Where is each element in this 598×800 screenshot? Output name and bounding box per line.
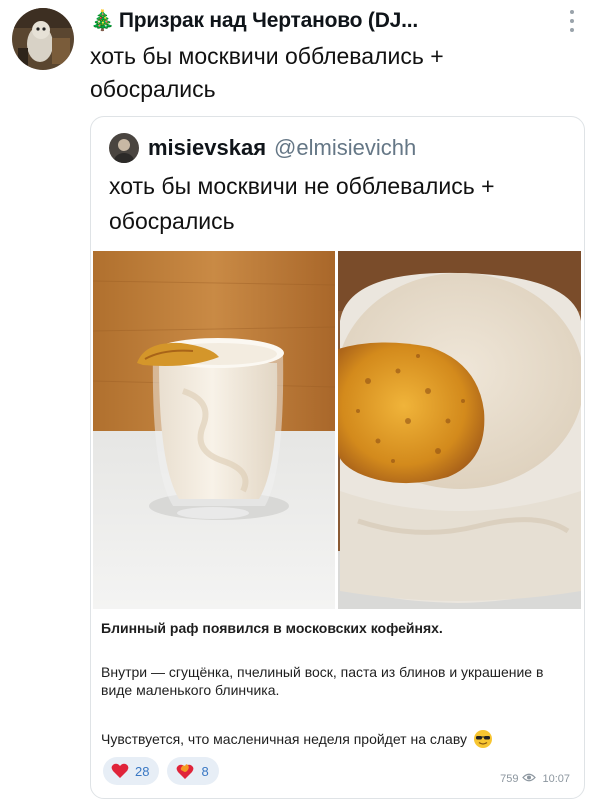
caption-closing-text: Чувствуется, что масленичная неделя прой… <box>101 731 467 747</box>
reaction-count: 8 <box>201 763 209 779</box>
photo-collage <box>93 251 583 609</box>
post-text: хоть бы москвичи обблевались + обосралис… <box>90 43 444 102</box>
quoted-post[interactable]: misievskaя @elmisievichh хоть бы москвич… <box>90 116 585 799</box>
author-avatar[interactable] <box>12 8 74 70</box>
reaction-heart-on-fire[interactable]: 8 <box>167 757 219 785</box>
christmas-tree-icon: 🎄 <box>90 10 115 32</box>
reactions-bar: 28 8 <box>103 757 227 785</box>
more-options-icon[interactable] <box>568 10 576 32</box>
quoted-post-header: misievskaя @elmisievichh <box>109 133 416 163</box>
reaction-heart[interactable]: 28 <box>103 757 160 785</box>
eye-icon <box>522 773 537 785</box>
photo-glass-side-view[interactable] <box>93 251 335 609</box>
caption-closing: Чувствуется, что масленичная неделя прой… <box>101 729 571 749</box>
sunglasses-face-icon <box>473 729 493 749</box>
caption-paragraph: Внутри — сгущёнка, пчелиный воск, паста … <box>101 664 544 698</box>
view-count: 759 <box>500 773 519 785</box>
quoted-post-text: хоть бы москвичи не обблевались + обосра… <box>109 173 495 234</box>
quoted-author-avatar[interactable] <box>109 133 139 163</box>
photo-glass-closeup[interactable] <box>338 251 581 609</box>
post-time: 10:07 <box>542 773 570 785</box>
post-header: 🎄 Призрак над Чертаново (DJ... <box>90 6 550 36</box>
photo-caption: Блинный раф появился в московских кофейн… <box>101 619 571 748</box>
reaction-count: 28 <box>135 763 150 779</box>
heart-icon <box>111 763 129 778</box>
caption-title: Блинный раф появился в московских кофейн… <box>101 620 443 636</box>
quoted-author-name[interactable]: misievskaя <box>148 135 266 161</box>
post-meta: 759 10:07 <box>500 773 570 785</box>
author-name[interactable]: Призрак над Чертаново (DJ... <box>119 9 418 33</box>
quoted-author-handle[interactable]: @elmisievichh <box>274 135 416 161</box>
heart-on-fire-icon <box>177 764 194 779</box>
